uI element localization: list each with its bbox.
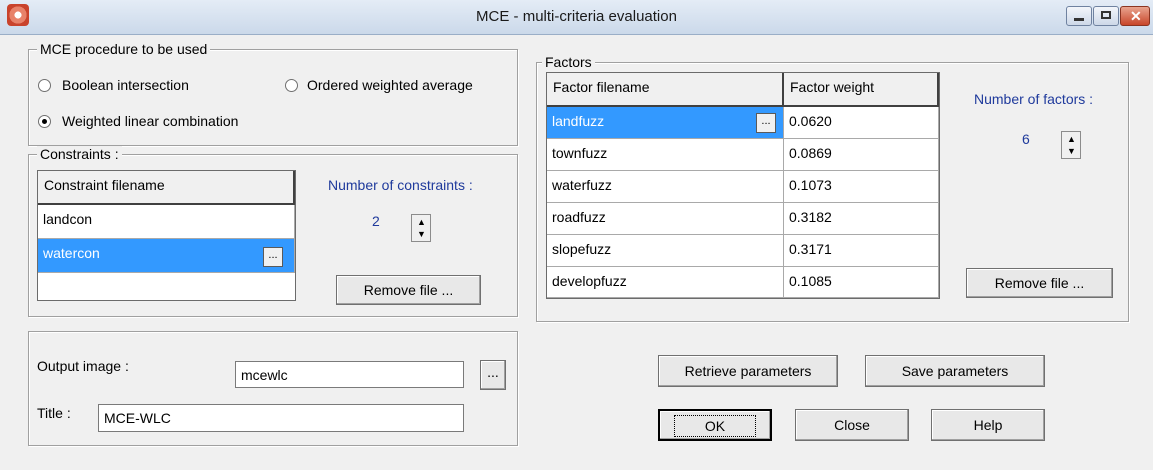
maximize-button[interactable]	[1093, 6, 1119, 26]
title-input[interactable]: MCE-WLC	[98, 404, 464, 432]
retrieve-parameters-button[interactable]: Retrieve parameters	[658, 355, 838, 387]
spin-up-icon[interactable]: ▲	[1067, 135, 1076, 144]
factor-name-cell[interactable]: townfuzz	[547, 139, 784, 171]
output-browse-button[interactable]: ...	[480, 360, 506, 390]
output-image-label: Output image :	[37, 358, 129, 374]
factor-filename-header: Factor filename	[547, 73, 784, 107]
title-label: Title :	[37, 405, 71, 421]
procedure-group	[28, 49, 518, 146]
owa-label[interactable]: Ordered weighted average	[307, 77, 473, 93]
factor-name-cell[interactable]: developfuzz	[547, 267, 784, 298]
boolean-radio[interactable]	[38, 79, 51, 92]
factors-count-label: Number of factors :	[974, 91, 1094, 107]
factors-grid[interactable]: Factor filename Factor weight landfuzz .…	[546, 72, 940, 299]
factor-weight-cell[interactable]: 0.0620	[784, 107, 939, 139]
spin-down-icon[interactable]: ▼	[1067, 147, 1076, 156]
factor-weight-cell[interactable]: 0.1073	[784, 171, 939, 203]
factor-weight-cell[interactable]: 0.1085	[784, 267, 939, 298]
procedure-legend: MCE procedure to be used	[37, 41, 211, 57]
factor-name-cell[interactable]: roadfuzz	[547, 203, 784, 235]
constraint-filename-header: Constraint filename	[38, 171, 295, 205]
factor-name-cell[interactable]: waterfuzz	[547, 171, 784, 203]
constraint-row[interactable]: landcon	[38, 205, 295, 239]
constraint-browse-button[interactable]: ...	[263, 247, 283, 267]
factor-weight-cell[interactable]: 0.3171	[784, 235, 939, 267]
constraints-grid[interactable]: Constraint filename landcon watercon ...	[37, 170, 296, 301]
close-window-button[interactable]: ✕	[1120, 6, 1150, 26]
help-button[interactable]: Help	[931, 409, 1045, 441]
factor-weight-cell[interactable]: 0.3182	[784, 203, 939, 235]
constraints-count-label: Number of constraints :	[328, 177, 473, 193]
constraints-legend: Constraints :	[37, 146, 122, 162]
constraints-remove-button[interactable]: Remove file ...	[336, 275, 481, 305]
factor-name-cell[interactable]: slopefuzz	[547, 235, 784, 267]
factor-weight-cell[interactable]: 0.0869	[784, 139, 939, 171]
factor-browse-button[interactable]: ...	[756, 113, 776, 133]
constraints-count-value: 2	[372, 213, 380, 229]
wlc-label[interactable]: Weighted linear combination	[62, 113, 238, 129]
spin-down-icon[interactable]: ▼	[417, 230, 426, 239]
maximize-icon	[1101, 11, 1111, 19]
ok-label: OK	[673, 415, 757, 437]
wlc-radio[interactable]	[38, 115, 51, 128]
close-button[interactable]: Close	[795, 409, 909, 441]
boolean-label[interactable]: Boolean intersection	[62, 77, 189, 93]
factor-weight-header: Factor weight	[784, 73, 939, 107]
factors-legend: Factors	[542, 54, 595, 70]
save-parameters-button[interactable]: Save parameters	[865, 355, 1045, 387]
factors-remove-button[interactable]: Remove file ...	[966, 268, 1113, 298]
minimize-button[interactable]	[1066, 6, 1092, 26]
factors-count-value: 6	[1022, 131, 1030, 147]
factors-spinner[interactable]: ▲ ▼	[1061, 131, 1081, 159]
constraints-spinner[interactable]: ▲ ▼	[411, 214, 431, 242]
output-image-input[interactable]: mcewlc	[235, 361, 464, 388]
minimize-icon	[1074, 18, 1084, 21]
close-icon: ✕	[1130, 8, 1142, 24]
spin-up-icon[interactable]: ▲	[417, 218, 426, 227]
window-title: MCE - multi-criteria evaluation	[476, 8, 677, 25]
owa-radio[interactable]	[285, 79, 298, 92]
ok-button[interactable]: OK	[658, 409, 772, 441]
factor-name-cell-selected[interactable]: landfuzz	[547, 107, 784, 139]
constraint-row-selected[interactable]: watercon	[38, 239, 295, 273]
